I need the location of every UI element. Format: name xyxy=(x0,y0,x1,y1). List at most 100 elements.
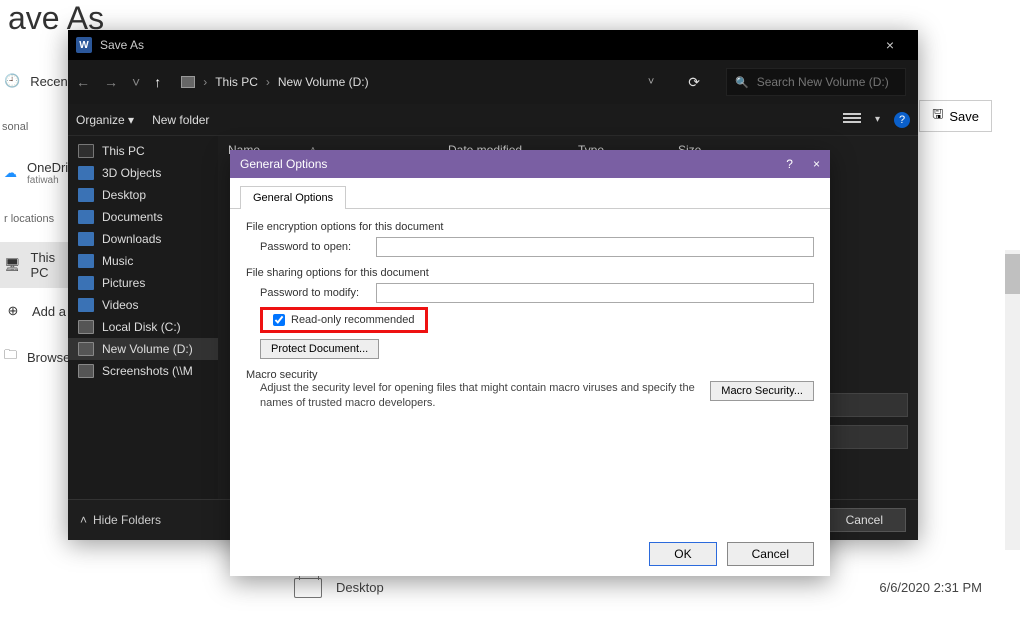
folder-icon xyxy=(78,298,94,312)
enc-section-label: File encryption options for this documen… xyxy=(246,221,814,233)
go-cancel-button[interactable]: Cancel xyxy=(727,542,814,566)
tree-label: Documents xyxy=(102,210,163,224)
tree-item[interactable]: Pictures xyxy=(68,272,218,294)
tree-label: 3D Objects xyxy=(102,166,161,180)
save-icon: 🖫 xyxy=(932,105,943,127)
tree-label: This PC xyxy=(102,144,145,158)
pw-open-input[interactable] xyxy=(376,237,814,257)
tree-label: Pictures xyxy=(102,276,145,290)
close-icon[interactable]: × xyxy=(870,37,910,53)
tree-label: Screenshots (\\M xyxy=(102,364,193,378)
protect-document-button[interactable]: Protect Document... xyxy=(260,339,379,359)
organize-button[interactable]: Organize ▾ xyxy=(76,113,134,127)
bc-sep: › xyxy=(203,75,207,89)
bg-sonal: sonal xyxy=(0,104,68,150)
breadcrumb[interactable]: › This PC › New Volume (D:) xyxy=(181,75,368,89)
bg-onedrive[interactable]: ☁OneDrifatiwah xyxy=(0,150,68,196)
drive-icon xyxy=(78,364,94,378)
tree-label: Music xyxy=(102,254,133,268)
readonly-checkbox[interactable] xyxy=(273,314,285,326)
general-options-dialog: General Options ? × General Options File… xyxy=(230,150,830,576)
go-ok-button[interactable]: OK xyxy=(649,542,716,566)
help-icon[interactable]: ? xyxy=(894,112,910,128)
search-icon: 🔍 xyxy=(735,76,749,89)
bg-loc: r locations xyxy=(0,196,68,242)
pw-modify-label: Password to modify: xyxy=(260,287,370,299)
bc-folder[interactable]: New Volume (D:) xyxy=(278,75,369,89)
bg-thispc[interactable]: 🖥This PC xyxy=(0,242,68,288)
folder-icon xyxy=(78,276,94,290)
bg-add[interactable]: ⊕Add a xyxy=(0,288,68,334)
drive-icon xyxy=(181,76,195,88)
folder-icon xyxy=(294,578,322,598)
tree-item[interactable]: Local Disk (C:) xyxy=(68,316,218,338)
share-section-label: File sharing options for this document xyxy=(246,267,814,279)
tree-item[interactable]: New Volume (D:) xyxy=(68,338,218,360)
tree-label: Videos xyxy=(102,298,138,312)
word-icon: W xyxy=(76,37,92,53)
tree-item[interactable]: Downloads xyxy=(68,228,218,250)
back-icon[interactable]: ← xyxy=(76,74,90,90)
tree-item[interactable]: Music xyxy=(68,250,218,272)
forward-icon[interactable]: → xyxy=(104,74,118,90)
go-title: General Options xyxy=(240,157,327,171)
view-dd-icon[interactable]: ▾ xyxy=(875,114,880,125)
hide-label: Hide Folders xyxy=(93,513,161,527)
saveas-cancel-button[interactable]: Cancel xyxy=(823,508,906,532)
tree-item[interactable]: Screenshots (\\M xyxy=(68,360,218,382)
go-help-icon[interactable]: ? xyxy=(786,157,793,171)
bg-browse[interactable]: 🗀Browse xyxy=(0,334,68,380)
pw-open-label: Password to open: xyxy=(260,241,370,253)
folder-icon xyxy=(78,166,94,180)
bg-label: This PC xyxy=(31,250,68,280)
go-close-icon[interactable]: × xyxy=(813,157,820,171)
new-folder-button[interactable]: New folder xyxy=(152,113,209,127)
bg-label: Add a xyxy=(32,304,66,319)
tree-item[interactable]: Desktop xyxy=(68,184,218,206)
hide-folders-button[interactable]: ˄ Hide Folders xyxy=(80,513,161,527)
caret-up-icon: ˄ xyxy=(80,513,87,527)
macro-text: Adjust the security level for opening fi… xyxy=(260,381,698,411)
bg-label: r locations xyxy=(4,213,54,225)
tree-label: New Volume (D:) xyxy=(102,342,193,356)
bc-root[interactable]: This PC xyxy=(215,75,258,89)
folder-icon xyxy=(78,254,94,268)
tree-item[interactable]: Videos xyxy=(68,294,218,316)
tree-item[interactable]: This PC xyxy=(68,140,218,162)
tree-label: Local Disk (C:) xyxy=(102,320,181,334)
scrollbar[interactable] xyxy=(1005,250,1020,550)
bg-label: Browse xyxy=(27,350,70,365)
bg-label: Recent xyxy=(30,74,71,89)
bg-recent[interactable]: 🕘Recent xyxy=(0,58,68,104)
tree-item[interactable]: 3D Objects xyxy=(68,162,218,184)
tree-label: Downloads xyxy=(102,232,161,246)
view-icon[interactable] xyxy=(843,113,861,127)
up-icon[interactable]: ↑ xyxy=(154,74,161,90)
recent-dd-icon[interactable]: ˅ xyxy=(132,74,140,90)
refresh-icon[interactable]: ⟳ xyxy=(682,74,706,91)
macro-section-label: Macro security xyxy=(246,369,814,381)
bg-label: OneDri xyxy=(27,160,68,175)
readonly-label: Read-only recommended xyxy=(291,314,415,326)
pw-modify-input[interactable] xyxy=(376,283,814,303)
drive-icon xyxy=(78,342,94,356)
macro-security-button[interactable]: Macro Security... xyxy=(710,381,814,401)
breadcrumb-dd-icon[interactable]: ˅ xyxy=(634,76,668,88)
search-box[interactable]: 🔍 xyxy=(726,68,906,96)
tree-item[interactable]: Documents xyxy=(68,206,218,228)
bc-sep: › xyxy=(266,75,270,89)
save-label: Save xyxy=(949,109,979,124)
bg-save-button[interactable]: 🖫 Save xyxy=(919,100,992,132)
bg-desk-label: Desktop xyxy=(336,580,865,595)
folder-icon xyxy=(78,188,94,202)
bg-label: sonal xyxy=(2,121,28,133)
dialog-title: Save As xyxy=(100,38,144,52)
folder-icon xyxy=(78,210,94,224)
bg-desk-date: 6/6/2020 2:31 PM xyxy=(879,580,982,595)
folder-icon xyxy=(78,232,94,246)
search-input[interactable] xyxy=(757,75,912,89)
folder-tree[interactable]: This PC 3D Objects Desktop Documents Downloa… xyxy=(68,136,218,499)
go-tab[interactable]: General Options xyxy=(240,186,346,209)
readonly-highlight: Read-only recommended xyxy=(260,307,428,333)
drive-icon xyxy=(78,320,94,334)
